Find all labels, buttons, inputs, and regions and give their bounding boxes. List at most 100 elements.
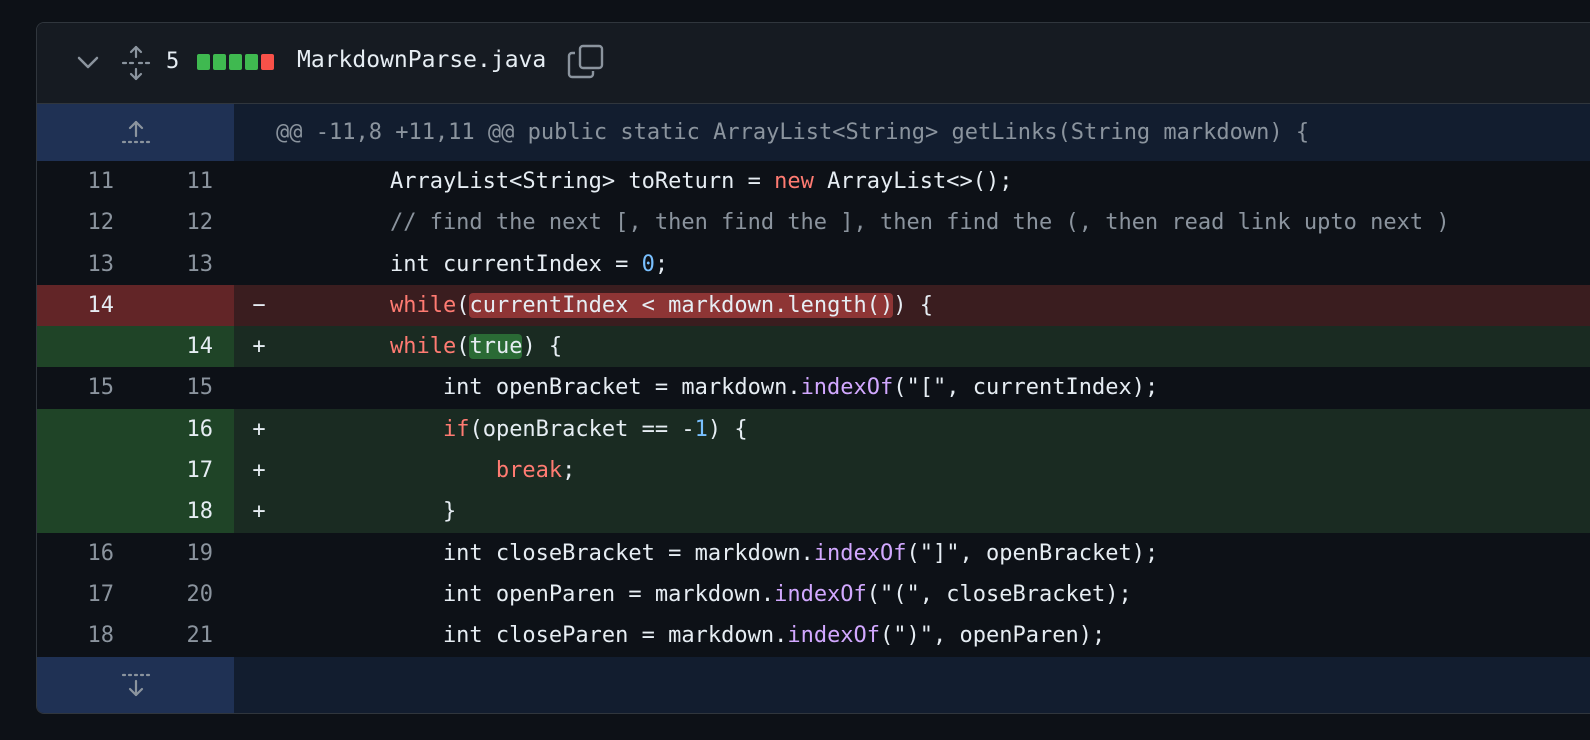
code-token: } [284, 499, 457, 525]
diff-sign [234, 161, 284, 202]
code-token: int closeParen = markdown. [284, 623, 788, 649]
code-line: break; [284, 450, 1590, 491]
expand-up-button[interactable] [37, 104, 234, 161]
diff-line-add: 16 + if(openBracket == -1) { [37, 408, 1590, 451]
new-line-number[interactable]: 21 [135, 615, 234, 656]
diff-line-ctx: 13 13 int currentIndex = 0; [37, 244, 1590, 285]
diffstat-blocks [197, 54, 274, 70]
code-token: while [389, 292, 457, 318]
code-token: indexOf [800, 375, 894, 401]
diff-sign: + [252, 334, 266, 360]
code-token: if [442, 416, 470, 442]
old-line-number[interactable]: 11 [37, 161, 135, 202]
diffstat-block-add [245, 54, 258, 70]
code-token: int openBracket = markdown. [284, 375, 801, 401]
code-token: new [774, 169, 814, 194]
file-name[interactable]: MarkdownParse.java [297, 47, 546, 73]
code-line: while(currentIndex < markdown.length()) … [284, 285, 1590, 326]
new-line-number[interactable]: 20 [135, 574, 234, 615]
code-token: ( [456, 334, 470, 360]
code-line: // find the next [, then find the ], the… [284, 202, 1590, 243]
code-token: ("[", currentIndex); [893, 375, 1159, 401]
new-line-number[interactable]: 14 [135, 326, 234, 368]
new-line-number[interactable]: 19 [135, 533, 234, 574]
old-line-number[interactable] [37, 491, 135, 533]
diff-line-ctx: 16 19 int closeBracket = markdown.indexOf… [37, 533, 1590, 574]
diff-sign: − [252, 292, 266, 318]
code-token: ) { [893, 292, 934, 318]
new-line-number[interactable]: 17 [135, 450, 234, 492]
code-line: if(openBracket == -1) { [284, 409, 1590, 450]
code-token: // find the next [, then find the ], the… [284, 210, 1450, 236]
code-token: indexOf [813, 540, 907, 566]
new-line-number[interactable]: 18 [135, 491, 234, 533]
code-token: ; [562, 458, 576, 484]
diff-sign [234, 574, 284, 615]
hunk-footer [37, 656, 1590, 713]
new-line-number[interactable]: 15 [135, 367, 234, 408]
diff-file: 5 MarkdownParse.java @@ -11,8 +11,11 @@ … [36, 22, 1590, 714]
code-token: ArrayList<String> toReturn = [284, 169, 775, 194]
chevron-down-icon[interactable] [75, 53, 101, 73]
new-line-number[interactable]: 16 [135, 408, 234, 451]
expand-down-icon [121, 673, 150, 697]
code-line: int currentIndex = 0; [284, 244, 1590, 285]
code-token: ) { [522, 334, 563, 360]
code-token: true [469, 334, 523, 360]
diffstat-block-add [197, 54, 210, 70]
code-token: int currentIndex = [284, 251, 642, 277]
diff-line-ctx: 18 21 int closeParen = markdown.indexOf("… [37, 615, 1590, 656]
code-line: int openParen = markdown.indexOf("(", cl… [284, 574, 1590, 615]
code-token: int closeBracket = markdown. [284, 540, 814, 566]
code-token: ( [456, 292, 470, 318]
new-line-number[interactable]: 11 [135, 161, 234, 202]
diff-line-ctx: 12 12 // find the next [, then find the ]… [37, 202, 1590, 243]
hunk-header: @@ -11,8 +11,11 @@ public static ArrayLi… [37, 104, 1590, 161]
code-token: ) { [707, 416, 748, 442]
old-line-number[interactable]: 14 [37, 284, 135, 327]
new-line-number[interactable] [135, 284, 234, 327]
diff-sign [234, 202, 284, 243]
code-token: while [389, 334, 457, 360]
code-token: ; [654, 251, 669, 277]
expand-down-button[interactable] [37, 656, 234, 713]
diff-line-add: 18 + } [37, 491, 1590, 533]
code-token: indexOf [787, 623, 881, 649]
code-token: 1 [694, 416, 708, 442]
diff-line-ctx: 11 11 ArrayList<String> toReturn = new Ar… [37, 161, 1590, 202]
code-token: currentIndex < markdown.length() [469, 292, 894, 318]
new-line-number[interactable]: 13 [135, 244, 234, 285]
diff-sign [234, 244, 284, 285]
diff-line-add: 14 + while(true) { [37, 326, 1590, 368]
code-line: ArrayList<String> toReturn = new ArrayLi… [284, 161, 1590, 202]
diff-lines: 11 11 ArrayList<String> toReturn = new Ar… [37, 161, 1590, 657]
diffstat-count: 5 [166, 49, 180, 74]
code-token: (")", openParen); [880, 623, 1106, 649]
old-line-number[interactable] [37, 326, 135, 368]
hunk-footer-bar [234, 656, 1590, 713]
new-line-number[interactable]: 12 [135, 202, 234, 243]
code-line: int closeBracket = markdown.indexOf("]",… [284, 533, 1590, 574]
code-token: ArrayList<>(); [813, 169, 1013, 194]
unfold-icon[interactable] [120, 45, 152, 81]
expand-up-icon [121, 120, 150, 143]
old-line-number[interactable]: 15 [37, 367, 135, 408]
copy-icon[interactable] [567, 43, 605, 79]
code-token: int openParen = markdown. [284, 581, 775, 607]
old-line-number[interactable]: 13 [37, 244, 135, 285]
old-line-number[interactable] [37, 450, 135, 492]
code-line: int openBracket = markdown.indexOf("[", … [284, 367, 1590, 408]
diffstat-block-add [213, 54, 226, 70]
code-token: break [495, 458, 563, 484]
diff-line-add: 17 + break; [37, 450, 1590, 492]
old-line-number[interactable]: 12 [37, 202, 135, 243]
old-line-number[interactable]: 16 [37, 533, 135, 574]
old-line-number[interactable]: 18 [37, 615, 135, 656]
diff-sign: + [252, 499, 266, 525]
old-line-number[interactable]: 17 [37, 574, 135, 615]
diffstat-block-del [261, 54, 274, 70]
old-line-number[interactable] [37, 408, 135, 451]
